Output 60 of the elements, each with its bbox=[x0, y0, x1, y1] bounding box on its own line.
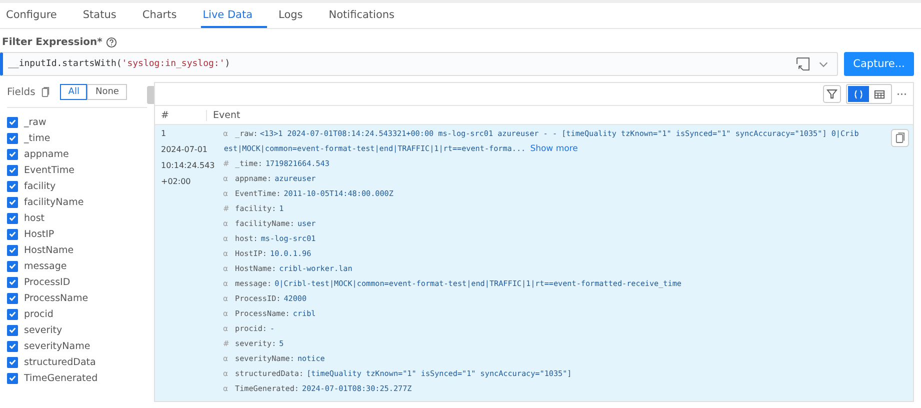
checkbox[interactable] bbox=[7, 180, 18, 192]
filter-expression-field[interactable]: __inputId.startsWith('syslog:in_syslog:') bbox=[0, 52, 838, 76]
braces-icon[interactable] bbox=[848, 86, 868, 102]
checkbox[interactable] bbox=[7, 276, 18, 288]
fields-label: Fields bbox=[7, 86, 36, 98]
tab[interactable]: Live Data bbox=[200, 3, 267, 28]
field-name[interactable]: ProcessID bbox=[24, 276, 70, 288]
checkbox[interactable] bbox=[7, 308, 18, 320]
checkbox[interactable] bbox=[7, 196, 18, 208]
field-name[interactable]: HostIP bbox=[24, 228, 54, 240]
collapse-handle[interactable] bbox=[147, 86, 154, 104]
more-button[interactable]: ··· bbox=[896, 88, 907, 100]
event-timezone: +02:00 bbox=[161, 177, 192, 186]
checkbox[interactable] bbox=[7, 132, 18, 144]
filter-icon[interactable] bbox=[822, 85, 840, 103]
checkbox[interactable] bbox=[7, 228, 18, 240]
checkbox[interactable] bbox=[7, 164, 18, 176]
checkbox[interactable] bbox=[7, 148, 18, 160]
checkbox[interactable] bbox=[7, 260, 18, 272]
checkbox[interactable] bbox=[7, 340, 18, 352]
field-name[interactable]: message bbox=[24, 260, 67, 272]
expand-icon[interactable] bbox=[796, 57, 810, 71]
tab[interactable]: Notifications bbox=[326, 3, 408, 28]
field-name[interactable]: host bbox=[24, 212, 45, 224]
field-name[interactable]: HostName bbox=[24, 244, 74, 256]
field-name[interactable]: severityName bbox=[24, 340, 90, 352]
field-name[interactable]: _raw bbox=[24, 116, 46, 128]
field-name[interactable]: facility bbox=[24, 180, 56, 192]
field-name[interactable]: _time bbox=[24, 132, 50, 144]
checkbox[interactable] bbox=[7, 292, 18, 304]
field-name[interactable]: severity bbox=[24, 324, 62, 336]
event-time: 10:14:24.543 bbox=[161, 161, 216, 170]
field-name[interactable]: ProcessName bbox=[24, 292, 88, 304]
toggle-button[interactable]: All bbox=[60, 84, 88, 100]
field-name[interactable]: appname bbox=[24, 148, 69, 160]
event-date: 2024-07-01 bbox=[161, 145, 208, 154]
column-header: Event bbox=[212, 110, 240, 120]
toggle-button[interactable]: None bbox=[87, 84, 127, 100]
show-more-link[interactable]: Show more bbox=[530, 144, 578, 154]
checkbox[interactable] bbox=[7, 212, 18, 224]
column-header: # bbox=[155, 110, 207, 120]
copy-icon[interactable] bbox=[891, 129, 909, 147]
tab[interactable]: Charts bbox=[140, 3, 191, 28]
field-name[interactable]: facilityName bbox=[24, 196, 84, 208]
checkbox[interactable] bbox=[7, 372, 18, 384]
tab[interactable]: Status bbox=[80, 3, 130, 28]
copy-icon[interactable] bbox=[41, 86, 50, 98]
tab[interactable]: Logs bbox=[276, 3, 317, 28]
filter-label: Filter Expression* bbox=[2, 36, 102, 48]
field-name[interactable]: procid bbox=[24, 308, 54, 320]
field-name[interactable]: EventTime bbox=[24, 164, 74, 176]
checkbox[interactable] bbox=[7, 324, 18, 336]
checkbox[interactable] bbox=[7, 116, 18, 128]
row-index: 1 bbox=[161, 129, 168, 138]
checkbox[interactable] bbox=[7, 356, 18, 368]
help-icon[interactable] bbox=[106, 36, 118, 48]
field-name[interactable]: TimeGenerated bbox=[24, 372, 98, 384]
field-name[interactable]: structuredData bbox=[24, 356, 96, 368]
tab[interactable]: Configure bbox=[4, 3, 71, 28]
checkbox[interactable] bbox=[7, 244, 18, 256]
